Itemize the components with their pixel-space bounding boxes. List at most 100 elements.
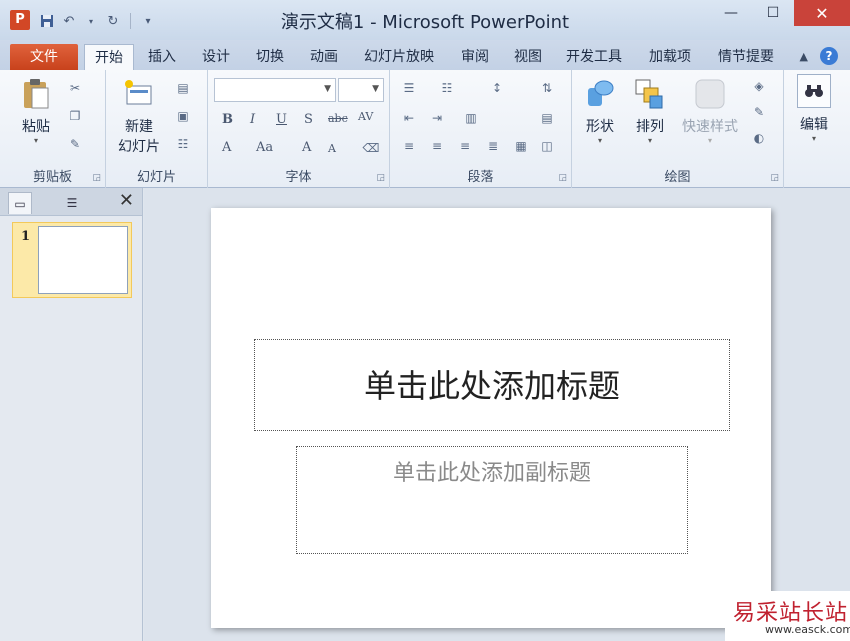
layout-icon[interactable]: ▤ <box>172 78 194 98</box>
section-icon[interactable]: ☷ <box>172 134 194 154</box>
tab-storyboard[interactable]: 情节提要 <box>718 44 774 70</box>
paste-dropdown-icon: ▾ <box>33 136 38 145</box>
close-button[interactable]: ✕ <box>794 0 850 26</box>
quick-styles-button[interactable]: 快速样式 ▾ <box>676 78 744 145</box>
increase-indent-icon[interactable]: ⇥ <box>426 108 448 128</box>
shapes-icon <box>584 78 616 110</box>
group-editing: 编辑 ▾ <box>784 70 850 188</box>
binoculars-icon <box>797 74 831 108</box>
tab-addins[interactable]: 加载项 <box>649 44 691 70</box>
shape-outline-icon[interactable]: ✎ <box>748 102 770 122</box>
slide-thumbnail-selected[interactable]: 1 <box>12 222 132 298</box>
ribbon-home: 粘贴 ▾ ✂ ❐ ✎ 剪贴板 ◲ 新建 幻灯片 ▤ ▣ ☷ 幻灯片 ▼ ▼ B … <box>0 70 850 188</box>
tab-design[interactable]: 设计 <box>202 44 230 70</box>
group-clipboard: 粘贴 ▾ ✂ ❐ ✎ 剪贴板 ◲ <box>0 70 106 188</box>
tab-insert[interactable]: 插入 <box>148 44 176 70</box>
slide-thumbnail[interactable] <box>38 226 128 294</box>
align-right-icon[interactable]: ≡ <box>454 136 476 156</box>
tab-transitions[interactable]: 切换 <box>256 44 284 70</box>
paste-button[interactable]: 粘贴 ▾ <box>14 78 58 145</box>
group-drawing: 形状 ▾ 排列 ▾ 快速样式 ▾ ◈ ✎ ◐ 绘图 ◲ <box>572 70 784 188</box>
shape-fill-icon[interactable]: ◈ <box>748 76 770 96</box>
arrange-button[interactable]: 排列 ▾ <box>628 78 672 145</box>
bullets-icon[interactable]: ☰ <box>398 78 420 98</box>
slide-number: 1 <box>21 229 31 244</box>
line-spacing-icon[interactable]: ↕ <box>486 78 508 98</box>
copy-icon[interactable]: ❐ <box>64 106 86 126</box>
close-pane-icon[interactable]: ✕ <box>119 190 134 211</box>
pane-tabs: ▭ ☰ ✕ <box>0 188 142 216</box>
underline-button[interactable]: U <box>276 112 287 127</box>
arrange-dropdown-icon: ▾ <box>647 136 652 145</box>
justify-icon[interactable]: ≣ <box>482 136 504 156</box>
shape-effects-icon[interactable]: ◐ <box>748 128 770 148</box>
slide-canvas[interactable]: 单击此处添加标题 单击此处添加副标题 <box>211 208 771 628</box>
clipboard-launcher-icon[interactable]: ◲ <box>92 173 101 183</box>
italic-button[interactable]: I <box>250 112 255 127</box>
font-family-combo[interactable]: ▼ <box>214 78 336 102</box>
slide-editing-area: 单击此处添加标题 单击此处添加副标题 <box>144 188 850 641</box>
numbering-icon[interactable]: ☷ <box>436 78 458 98</box>
change-case-button[interactable]: Aa <box>256 140 273 155</box>
text-direction-icon[interactable]: ⇅ <box>536 78 558 98</box>
new-slide-button[interactable]: 新建 幻灯片 <box>110 78 168 156</box>
font-color-button[interactable]: A <box>222 140 231 155</box>
quick-styles-label: 快速样式 <box>682 119 738 135</box>
paragraph-group-label: 段落 <box>467 170 494 185</box>
tab-view[interactable]: 视图 <box>514 44 542 70</box>
font-family-dropdown-icon: ▼ <box>324 84 331 94</box>
help-icon[interactable]: ? <box>820 47 838 65</box>
clipboard-group-label: 剪贴板 <box>32 170 72 185</box>
watermark-url: www.easck.com <box>765 623 850 636</box>
align-center-icon[interactable]: ≡ <box>426 136 448 156</box>
reset-icon[interactable]: ▣ <box>172 106 194 126</box>
shrink-font-button[interactable]: A <box>328 142 336 155</box>
grow-font-button[interactable]: A <box>302 140 311 155</box>
new-slide-label-line1: 新建 <box>125 119 153 135</box>
smartart-icon[interactable]: ◫ <box>536 136 558 156</box>
tab-home[interactable]: 开始 <box>84 44 134 70</box>
subtitle-placeholder[interactable]: 单击此处添加副标题 <box>296 446 688 554</box>
align-left-icon[interactable]: ≡ <box>398 136 420 156</box>
columns-icon[interactable]: ▥ <box>460 108 482 128</box>
site-watermark: 易采站长站 www.easck.com <box>725 591 850 641</box>
minimize-button[interactable]: — <box>710 0 752 26</box>
group-slides: 新建 幻灯片 ▤ ▣ ☷ 幻灯片 <box>106 70 208 188</box>
align-text-icon[interactable]: ▤ <box>536 108 558 128</box>
shadow-button[interactable]: S <box>304 112 313 127</box>
strikethrough-button[interactable]: abc <box>328 112 348 125</box>
shapes-dropdown-icon: ▾ <box>597 136 602 145</box>
tab-slideshow[interactable]: 幻灯片放映 <box>364 44 434 70</box>
font-size-dropdown-icon: ▼ <box>372 84 379 94</box>
tab-slides-icon[interactable]: ▭ <box>8 192 32 214</box>
editing-dropdown-icon: ▾ <box>811 134 816 143</box>
cut-icon[interactable]: ✂ <box>64 78 86 98</box>
quick-styles-icon <box>694 78 726 110</box>
shapes-label: 形状 <box>586 119 614 135</box>
clear-formatting-icon[interactable]: ⌫ <box>360 138 382 158</box>
tab-file[interactable]: 文件 <box>10 44 78 70</box>
tab-outline-icon[interactable]: ☰ <box>60 192 84 214</box>
drawing-group-label: 绘图 <box>664 170 691 185</box>
maximize-button[interactable]: ☐ <box>752 0 794 26</box>
decrease-indent-icon[interactable]: ⇤ <box>398 108 420 128</box>
bold-button[interactable]: B <box>222 112 233 127</box>
character-spacing-button[interactable]: AV <box>358 110 373 123</box>
font-launcher-icon[interactable]: ◲ <box>376 173 385 183</box>
window-controls: — ☐ ✕ <box>710 0 850 28</box>
new-slide-label-line2: 幻灯片 <box>118 139 160 155</box>
title-bar: P ↶ ▾ ↻ ▾ 演示文稿1 - Microsoft PowerPoint —… <box>0 0 850 40</box>
tab-review[interactable]: 审阅 <box>461 44 489 70</box>
paragraph-launcher-icon[interactable]: ◲ <box>558 173 567 183</box>
slides-pane: ▭ ☰ ✕ 1 <box>0 188 143 641</box>
collapse-ribbon-icon[interactable]: ▲ <box>800 50 808 63</box>
title-placeholder[interactable]: 单击此处添加标题 <box>254 339 730 431</box>
tab-developer[interactable]: 开发工具 <box>566 44 622 70</box>
font-size-combo[interactable]: ▼ <box>338 78 384 102</box>
editing-button[interactable]: 编辑 ▾ <box>794 74 834 143</box>
format-painter-icon[interactable]: ✎ <box>64 134 86 154</box>
tab-animations[interactable]: 动画 <box>310 44 338 70</box>
shapes-button[interactable]: 形状 ▾ <box>580 78 620 145</box>
drawing-launcher-icon[interactable]: ◲ <box>770 173 779 183</box>
distributed-icon[interactable]: ▦ <box>510 136 532 156</box>
